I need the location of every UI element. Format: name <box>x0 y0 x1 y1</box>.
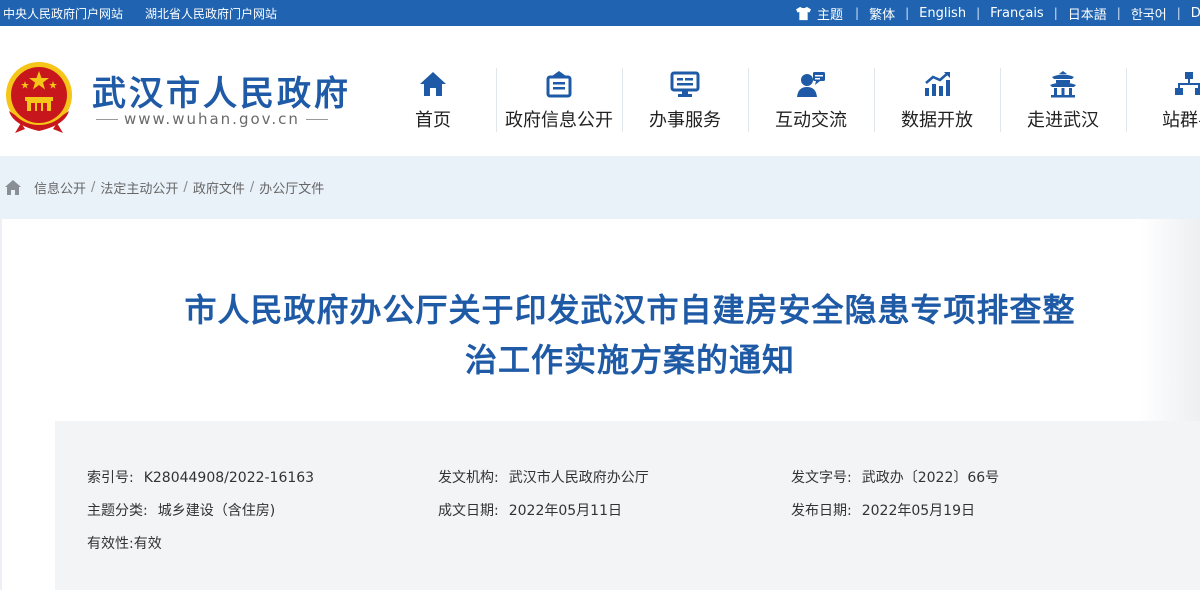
lang-korean[interactable]: 한국어 <box>1121 4 1177 23</box>
meta-value: K28044908/2022-16163 <box>143 470 315 486</box>
meta-value: 城乡建设（含住房) <box>157 503 276 519</box>
breadcrumb-item[interactable]: 信息公开 <box>34 178 86 197</box>
meta-doc-number: 发文字号: 武政办〔2022〕66号 <box>791 467 999 487</box>
site-name[interactable]: 武汉市人民政府 <box>92 66 351 115</box>
site-header: 武汉市人民政府 www.wuhan.gov.cn 首页 政府信息公开 办事服务 … <box>0 26 1200 156</box>
nav-item-home[interactable]: 首页 <box>370 66 496 136</box>
link-hubei-gov[interactable]: 湖北省人民政府门户网站 <box>145 5 277 22</box>
nav-label: 政府信息公开 <box>505 110 613 131</box>
nav-label: 站群导 <box>1162 110 1200 131</box>
nav-item-open-data[interactable]: 数据开放 <box>874 66 1000 136</box>
nav-label: 首页 <box>415 110 451 131</box>
meta-label: 有效性: <box>87 536 134 552</box>
lang-french[interactable]: Français <box>980 6 1054 21</box>
breadcrumb-item[interactable]: 法定主动公开 <box>100 178 178 197</box>
nav-item-info-disclosure[interactable]: 政府信息公开 <box>496 66 622 136</box>
meta-label: 索引号: <box>87 470 134 486</box>
meta-label: 发文字号: <box>791 470 852 486</box>
sitemap-icon <box>1175 72 1200 95</box>
national-emblem-icon[interactable] <box>3 59 75 135</box>
nav-item-interaction[interactable]: 互动交流 <box>748 66 874 136</box>
breadcrumb-separator: / <box>249 180 255 195</box>
interaction-icon <box>797 72 825 97</box>
document-title-line: 市人民政府办公厅关于印发武汉市自建房安全隐患专项排查整 <box>184 291 1076 329</box>
link-central-gov[interactable]: 中央人民政府门户网站 <box>3 5 123 22</box>
meta-issuer: 发文机构: 武汉市人民政府办公厅 <box>438 467 649 487</box>
breadcrumb-item[interactable]: 政府文件 <box>193 178 245 197</box>
meta-index-no: 索引号: K28044908/2022-16163 <box>87 467 314 487</box>
service-icon <box>670 71 700 97</box>
top-bar: 中央人民政府门户网站 湖北省人民政府门户网站 主题 | 繁体 | English… <box>0 0 1200 26</box>
top-links: 中央人民政府门户网站 湖北省人民政府门户网站 <box>3 0 277 26</box>
breadcrumb-separator: / <box>91 180 96 195</box>
lang-more[interactable]: D <box>1181 6 1200 21</box>
meta-value: 武政办〔2022〕66号 <box>861 470 1000 486</box>
document-content: 市人民政府办公厅关于印发武汉市自建房安全隐患专项排查整 治工作实施方案的通知 索… <box>0 219 1200 590</box>
meta-value: 2022年05月19日 <box>861 503 975 519</box>
nav-item-about-wuhan[interactable]: 走进武汉 <box>1000 66 1126 136</box>
home-icon <box>420 72 446 96</box>
meta-value: 有效 <box>133 536 162 552</box>
breadcrumb: 信息公开 / 法定主动公开 / 政府文件 / 办公厅文件 <box>4 178 324 197</box>
theme-switch[interactable]: 主题 <box>795 4 855 23</box>
lang-japanese[interactable]: 日本語 <box>1058 4 1117 23</box>
meta-validity: 有效性:有效 <box>87 533 162 553</box>
meta-value: 2022年05月11日 <box>508 503 622 519</box>
info-disclosure-icon <box>546 71 572 98</box>
nav-label: 办事服务 <box>649 110 721 131</box>
divider <box>0 219 2 590</box>
nav-item-service[interactable]: 办事服务 <box>622 66 748 136</box>
divider <box>96 118 118 120</box>
meta-label: 发文机构: <box>438 470 499 486</box>
site-url-text: www.wuhan.gov.cn <box>124 110 300 128</box>
theme-label: 主题 <box>817 7 844 23</box>
meta-written-date: 成文日期: 2022年05月11日 <box>438 500 622 520</box>
language-bar: 主题 | 繁体 | English | Français | 日本語 | 한국어… <box>795 0 1200 26</box>
lang-english[interactable]: English <box>909 6 976 21</box>
document-meta-panel: 索引号: K28044908/2022-16163 发文机构: 武汉市人民政府办公厅… <box>55 421 1200 590</box>
nav-item-site-group[interactable]: 站群导 <box>1126 66 1200 136</box>
meta-label: 成文日期: <box>438 503 499 519</box>
site-url: www.wuhan.gov.cn <box>96 110 328 128</box>
nav-label: 数据开放 <box>901 110 973 131</box>
divider <box>305 118 328 120</box>
lang-traditional[interactable]: 繁体 <box>859 4 905 23</box>
breadcrumb-item[interactable]: 办公厅文件 <box>259 178 324 197</box>
nav-label: 互动交流 <box>775 110 847 131</box>
meta-category: 主题分类: 城乡建设（含住房) <box>87 500 275 520</box>
meta-label: 主题分类: <box>87 503 148 519</box>
document-title: 市人民政府办公厅关于印发武汉市自建房安全隐患专项排查整 治工作实施方案的通知 <box>100 285 1160 385</box>
pavilion-icon <box>1050 71 1076 98</box>
meta-value: 武汉市人民政府办公厅 <box>508 470 649 486</box>
meta-publish-date: 发布日期: 2022年05月19日 <box>791 500 975 520</box>
document-title-line: 治工作实施方案的通知 <box>464 341 795 379</box>
breadcrumb-bar: 信息公开 / 法定主动公开 / 政府文件 / 办公厅文件 <box>0 156 1200 219</box>
data-chart-icon <box>925 72 950 96</box>
home-icon[interactable] <box>4 179 22 196</box>
nav-label: 走进武汉 <box>1027 110 1099 131</box>
meta-label: 发布日期: <box>791 503 852 519</box>
breadcrumb-separator: / <box>183 180 188 195</box>
tshirt-icon <box>796 6 811 20</box>
